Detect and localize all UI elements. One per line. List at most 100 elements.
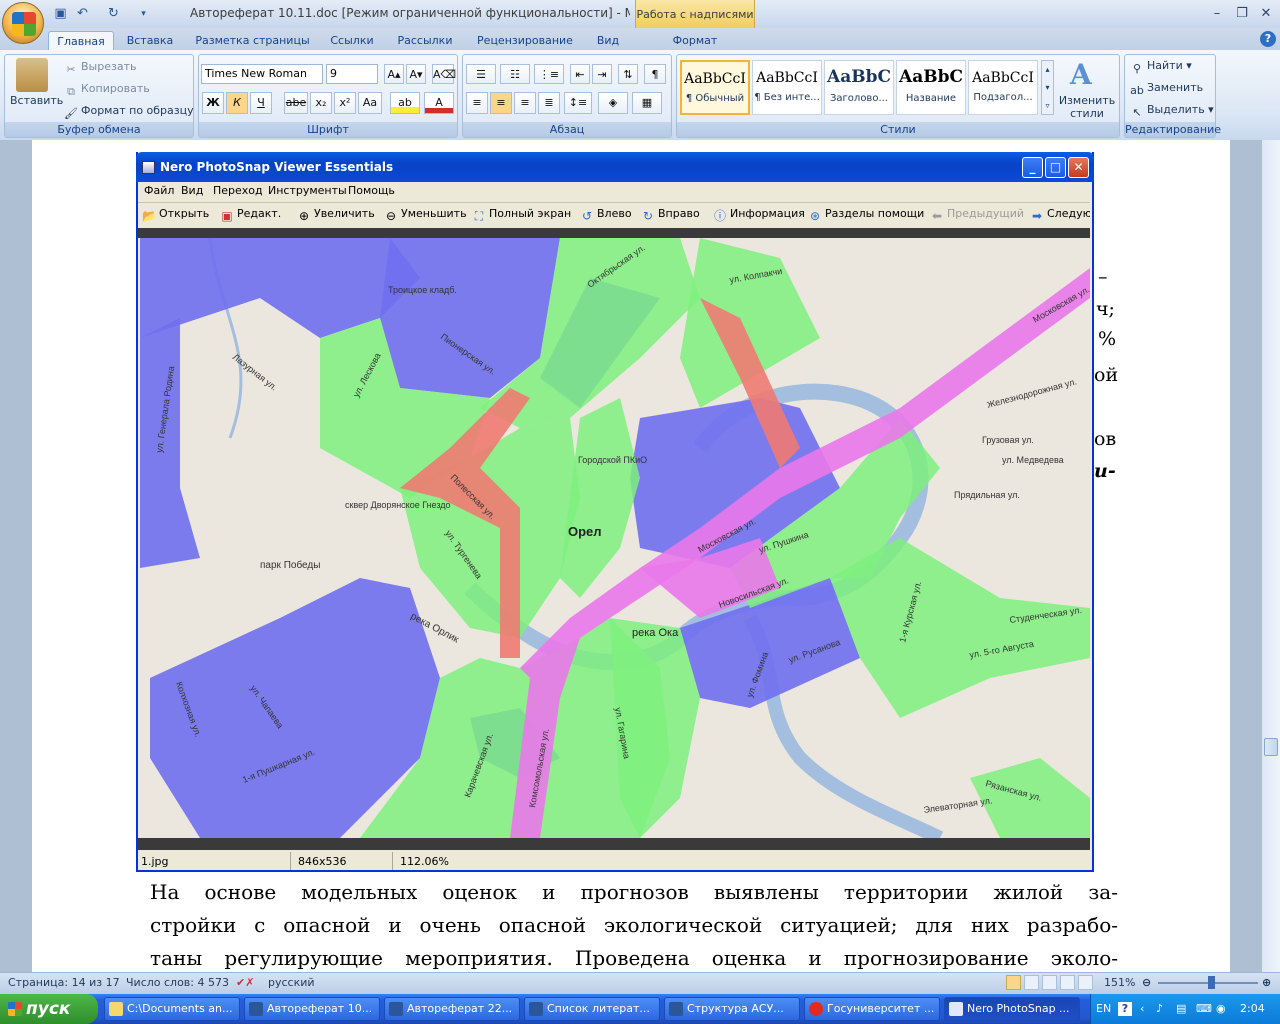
tab-references[interactable]: Ссылки bbox=[322, 31, 382, 50]
task-university[interactable]: Госуниверситет ... bbox=[804, 997, 940, 1021]
decrease-indent-icon[interactable]: ⇤ bbox=[570, 64, 590, 84]
menu-go[interactable]: Переход bbox=[213, 184, 263, 197]
tab-page-layout[interactable]: Разметка страницы bbox=[190, 31, 315, 50]
help-icon[interactable]: ? bbox=[1260, 31, 1276, 47]
font-size-combo[interactable]: 9 bbox=[326, 64, 378, 84]
increase-indent-icon[interactable]: ⇥ bbox=[592, 64, 612, 84]
underline-button[interactable]: Ч bbox=[250, 92, 272, 114]
menu-help[interactable]: Помощь bbox=[348, 184, 395, 197]
undo-icon[interactable]: ↶ bbox=[74, 6, 91, 22]
tool-info[interactable]: ⓘ Информация bbox=[713, 207, 805, 223]
bullets-icon[interactable]: ☰ bbox=[466, 64, 496, 84]
outline-icon[interactable] bbox=[1060, 975, 1075, 990]
copy-button[interactable]: ⧉ Копировать bbox=[64, 82, 150, 99]
redo-icon[interactable]: ↻ bbox=[105, 6, 122, 22]
change-case-button[interactable]: Aa bbox=[358, 92, 382, 114]
status-page[interactable]: Страница: 14 из 17 bbox=[8, 976, 120, 989]
shrink-font-icon[interactable]: A▾ bbox=[406, 64, 426, 84]
menu-file[interactable]: Файл bbox=[144, 184, 174, 197]
language-indicator[interactable]: EN bbox=[1096, 1002, 1111, 1015]
sort-icon[interactable]: ⇅ bbox=[618, 64, 638, 84]
pilcrow-icon[interactable]: ¶ bbox=[644, 64, 666, 84]
cut-button[interactable]: ✂ Вырезать bbox=[64, 60, 136, 77]
tab-review[interactable]: Рецензирование bbox=[470, 31, 580, 50]
full-screen-reading-icon[interactable] bbox=[1024, 975, 1039, 990]
task-autoreferat-22[interactable]: Автореферат 22... bbox=[384, 997, 520, 1021]
change-styles-button[interactable]: Изменить стили bbox=[1058, 94, 1116, 120]
tool-next[interactable]: ➡ Следую bbox=[1030, 207, 1090, 223]
task-nero[interactable]: Nero PhotoSnap ... bbox=[944, 997, 1080, 1021]
bold-button[interactable]: Ж bbox=[202, 92, 224, 114]
multilevel-list-icon[interactable]: ⋮≡ bbox=[534, 64, 564, 84]
font-color-icon[interactable]: A bbox=[424, 92, 454, 114]
nero-maximize-icon[interactable]: □ bbox=[1045, 157, 1066, 178]
strikethrough-button[interactable]: abe bbox=[284, 92, 308, 114]
tool-help-topics[interactable]: ⊛ Разделы помощи bbox=[808, 207, 924, 223]
subscript-button[interactable]: x₂ bbox=[310, 92, 332, 114]
change-styles-icon[interactable]: A bbox=[1070, 58, 1092, 91]
help-tray-icon[interactable]: ? bbox=[1118, 1002, 1132, 1016]
paste-icon[interactable] bbox=[16, 58, 48, 92]
task-autoreferat-10[interactable]: Автореферат 10... bbox=[244, 997, 380, 1021]
quick-access-dropdown-icon[interactable]: ▾ bbox=[135, 6, 152, 22]
align-right-icon[interactable]: ≡ bbox=[514, 92, 536, 114]
style-normal[interactable]: AaBbCcI ¶ Обычный bbox=[680, 60, 750, 115]
borders-icon[interactable]: ▦ bbox=[632, 92, 662, 114]
menu-tools[interactable]: Инструменты bbox=[268, 184, 347, 197]
line-spacing-icon[interactable]: ↕≡ bbox=[564, 92, 592, 114]
map-image[interactable]: Орел река Ока река Орлик парк Победы скв… bbox=[140, 238, 1090, 838]
print-layout-icon[interactable] bbox=[1006, 975, 1021, 990]
network-icon[interactable]: ▤ bbox=[1176, 1002, 1186, 1015]
status-words[interactable]: Число слов: 4 573 bbox=[126, 976, 229, 989]
numbering-icon[interactable]: ☷ bbox=[500, 64, 530, 84]
spellcheck-icon[interactable]: ✔✗ bbox=[236, 976, 254, 989]
nero-minimize-icon[interactable]: _ bbox=[1022, 157, 1043, 178]
tray-arrow-icon[interactable]: ‹ bbox=[1140, 1002, 1144, 1015]
tab-format[interactable]: Формат bbox=[660, 31, 730, 50]
align-center-icon[interactable]: ≡ bbox=[490, 92, 512, 114]
tool-zoom-out[interactable]: ⊖ Уменьшить bbox=[384, 207, 467, 223]
align-left-icon[interactable]: ≡ bbox=[466, 92, 488, 114]
office-button[interactable] bbox=[2, 2, 44, 44]
web-layout-icon[interactable] bbox=[1042, 975, 1057, 990]
status-language[interactable]: русский bbox=[268, 976, 315, 989]
tab-view[interactable]: Вид bbox=[588, 31, 628, 50]
paste-button[interactable]: Вставить bbox=[10, 94, 63, 107]
nero-close-icon[interactable]: ✕ bbox=[1068, 157, 1089, 178]
replace-button[interactable]: ab Заменить bbox=[1130, 81, 1203, 98]
zoom-out-button[interactable]: ⊖ bbox=[1142, 976, 1151, 989]
zoom-level[interactable]: 151% bbox=[1104, 976, 1135, 989]
tool-zoom-in[interactable]: ⊕ Увеличить bbox=[297, 207, 375, 223]
zoom-in-button[interactable]: ⊕ bbox=[1262, 976, 1271, 989]
tool-rotate-right[interactable]: ↻ Вправо bbox=[641, 207, 700, 223]
grow-font-icon[interactable]: A▴ bbox=[384, 64, 404, 84]
select-button[interactable]: ↖ Выделить ▾ bbox=[1130, 103, 1213, 120]
style-heading[interactable]: AaBbC Заголово... bbox=[824, 60, 894, 115]
font-name-combo[interactable]: Times New Roman bbox=[201, 64, 323, 84]
style-subtitle[interactable]: AaBbCcI Подзагол... bbox=[968, 60, 1038, 115]
clear-format-icon[interactable]: A⌫ bbox=[432, 64, 456, 84]
tool-previous[interactable]: ⬅ Предыдущий bbox=[930, 207, 1024, 223]
tab-mailings[interactable]: Рассылки bbox=[390, 31, 460, 50]
styles-scroll[interactable]: ▴ ▾ ▿ bbox=[1041, 60, 1054, 115]
draft-icon[interactable] bbox=[1078, 975, 1093, 990]
style-no-spacing[interactable]: AaBbCcI ¶ Без инте... bbox=[752, 60, 822, 115]
zoom-slider-thumb[interactable] bbox=[1208, 976, 1215, 989]
scroll-thumb[interactable] bbox=[1264, 738, 1278, 756]
volume-icon[interactable]: ♪ bbox=[1156, 1002, 1163, 1015]
highlight-icon[interactable]: ab bbox=[390, 92, 420, 114]
format-painter-button[interactable]: 🖌 Формат по образцу bbox=[64, 104, 194, 121]
tool-rotate-left[interactable]: ↺ Влево bbox=[580, 207, 632, 223]
tab-insert[interactable]: Вставка bbox=[120, 31, 180, 50]
vertical-scrollbar[interactable] bbox=[1262, 140, 1280, 972]
tool-open[interactable]: 📂 Открыть bbox=[142, 207, 209, 223]
style-title[interactable]: AaBbC Название bbox=[896, 60, 966, 115]
security-icon[interactable]: ◉ bbox=[1216, 1002, 1226, 1015]
close-icon[interactable]: ✕ bbox=[1254, 4, 1278, 24]
task-documents[interactable]: C:\Documents an... bbox=[104, 997, 240, 1021]
superscript-button[interactable]: x² bbox=[334, 92, 356, 114]
task-asu-structure[interactable]: Структура АСУ... bbox=[664, 997, 800, 1021]
tab-home[interactable]: Главная bbox=[48, 31, 114, 50]
shading-icon[interactable]: ◈ bbox=[598, 92, 628, 114]
minimize-icon[interactable]: – bbox=[1205, 4, 1229, 24]
